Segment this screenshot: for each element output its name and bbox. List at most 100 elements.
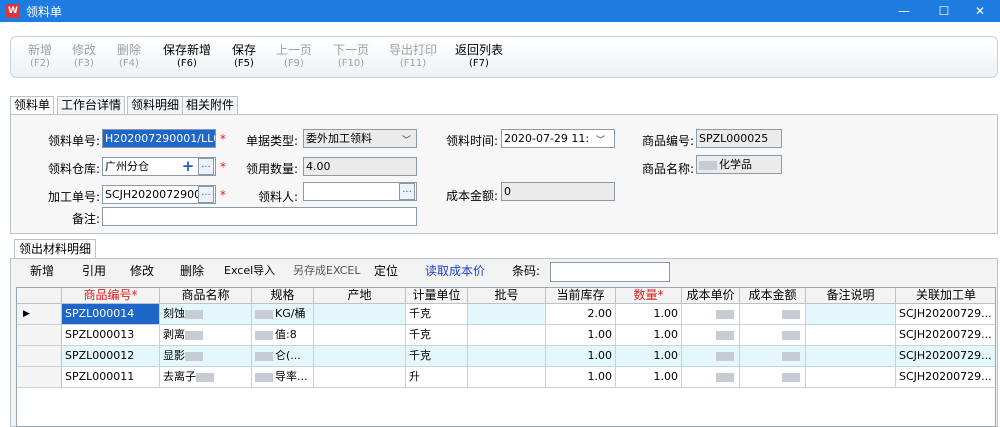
cell-batch[interactable] (468, 367, 546, 388)
cell-linked-order[interactable]: SCJH20200729... (896, 325, 995, 346)
cell-unit[interactable]: 千克 (406, 304, 468, 325)
locate-button[interactable]: 定位 (374, 262, 398, 279)
minimize-button[interactable]: — (884, 0, 924, 22)
cell-remark[interactable] (806, 325, 896, 346)
back-to-list-button[interactable]: 返回列表 (F7) (453, 43, 505, 71)
save-as-excel-button[interactable]: 另存成EXCEL (293, 262, 360, 278)
tab-workbench-detail[interactable]: 工作台详情 (57, 96, 126, 114)
cell-linked-order[interactable]: SCJH20200729... (896, 304, 995, 325)
cell-unit[interactable]: 千克 (406, 346, 468, 367)
save-new-button[interactable]: 保存新增 (F6) (161, 43, 213, 71)
cell-remark[interactable] (806, 346, 896, 367)
title-bar: W 领料单 — ☐ ✕ (0, 0, 1000, 22)
row-header[interactable]: ▶ (17, 304, 62, 325)
remark-field[interactable] (102, 207, 417, 226)
excel-import-button[interactable]: Excel导入 (224, 262, 275, 278)
cell-stock[interactable]: 1.00 (546, 367, 616, 388)
cell-batch[interactable] (468, 346, 546, 367)
doc-no-field[interactable]: H202007290001/LL001 (102, 129, 216, 148)
cell-unit-cost[interactable] (682, 325, 740, 346)
cell-qty[interactable]: 1.00 (616, 304, 682, 325)
cell-name[interactable]: 显影 (160, 346, 252, 367)
cell-unit[interactable]: 升 (406, 367, 468, 388)
cell-spec[interactable]: 值:8 (252, 325, 314, 346)
cell-name[interactable]: 去离子 (160, 367, 252, 388)
cell-qty[interactable]: 1.00 (616, 367, 682, 388)
cell-linked-order[interactable]: SCJH20200729... (896, 346, 995, 367)
cell-unit-cost[interactable] (682, 346, 740, 367)
cell-origin[interactable] (314, 346, 406, 367)
product-name-field: 化学品 (696, 155, 782, 174)
grid-reference-button[interactable]: 引用 (82, 262, 106, 279)
grid-add-button[interactable]: 新增 (30, 262, 54, 279)
cell-qty[interactable]: 1.00 (616, 325, 682, 346)
cell-code[interactable]: SPZL000011 (62, 367, 160, 388)
col-header-unit-cost[interactable]: 成本单价 (682, 288, 740, 304)
cell-spec[interactable]: KG/桶 (252, 304, 314, 325)
row-header[interactable] (17, 367, 62, 388)
tab-materials-out[interactable]: 领出材料明细 (14, 239, 97, 258)
cell-qty[interactable]: 1.00 (616, 346, 682, 367)
col-header-linked-order[interactable]: 关联加工单 (896, 288, 995, 304)
export-print-button[interactable]: 导出打印 (F11) (387, 43, 439, 71)
cell-stock[interactable]: 1.00 (546, 325, 616, 346)
tab-attachments[interactable]: 相关附件 (182, 96, 239, 114)
cell-name[interactable]: 刻蚀 (160, 304, 252, 325)
cell-cost-amount[interactable] (740, 367, 806, 388)
chevron-down-icon: ﹀ (402, 136, 412, 146)
cell-linked-order[interactable]: SCJH20200729... (896, 367, 995, 388)
cell-batch[interactable] (468, 325, 546, 346)
cell-origin[interactable] (314, 304, 406, 325)
add-warehouse-icon[interactable]: + (181, 158, 195, 175)
cell-batch[interactable] (468, 304, 546, 325)
col-header-qty[interactable]: 数量* (616, 288, 682, 304)
maximize-button[interactable]: ☐ (924, 0, 964, 22)
col-header-stock[interactable]: 当前库存 (546, 288, 616, 304)
grid-delete-button[interactable]: 删除 (180, 262, 204, 279)
col-header-origin[interactable]: 产地 (314, 288, 406, 304)
tab-requisition[interactable]: 领料单 (10, 96, 55, 115)
tab-requisition-detail[interactable]: 领料明细 (127, 96, 184, 114)
cell-cost-amount[interactable] (740, 325, 806, 346)
cell-remark[interactable] (806, 304, 896, 325)
edit-button[interactable]: 修改 (F3) (67, 43, 101, 71)
col-header-cost-amount[interactable]: 成本金额 (740, 288, 806, 304)
col-header-code[interactable]: 商品编号* (62, 288, 160, 304)
col-header-unit[interactable]: 计量单位 (406, 288, 468, 304)
cell-unit[interactable]: 千克 (406, 325, 468, 346)
delete-button[interactable]: 删除 (F4) (112, 43, 146, 71)
cell-unit-cost[interactable] (682, 304, 740, 325)
row-header[interactable] (17, 346, 62, 367)
cell-cost-amount[interactable] (740, 304, 806, 325)
save-button[interactable]: 保存 (F5) (227, 43, 261, 71)
col-header-batch[interactable]: 批号 (468, 288, 546, 304)
read-cost-price-link[interactable]: 读取成本价 (425, 262, 485, 279)
col-header-name[interactable]: 商品名称 (160, 288, 252, 304)
cell-origin[interactable] (314, 367, 406, 388)
doc-type-select[interactable]: 委外加工领料 (303, 129, 417, 148)
cell-code[interactable]: SPZL000012 (62, 346, 160, 367)
next-page-button[interactable]: 下一页 (F10) (331, 43, 371, 71)
cell-spec[interactable]: 仑(... (252, 346, 314, 367)
barcode-input[interactable] (550, 262, 670, 282)
row-header[interactable] (17, 325, 62, 346)
cell-stock[interactable]: 1.00 (546, 346, 616, 367)
warehouse-lookup-button[interactable]: ... (198, 158, 214, 175)
grid-edit-button[interactable]: 修改 (130, 262, 154, 279)
cell-origin[interactable] (314, 325, 406, 346)
col-header-spec[interactable]: 规格 (252, 288, 314, 304)
cell-spec[interactable]: 导率... (252, 367, 314, 388)
new-button[interactable]: 新增 (F2) (23, 43, 57, 71)
work-order-lookup-button[interactable]: ... (198, 186, 214, 203)
col-header-remark[interactable]: 备注说明 (806, 288, 896, 304)
cell-remark[interactable] (806, 367, 896, 388)
cell-cost-amount[interactable] (740, 346, 806, 367)
cell-code[interactable]: SPZL000014 (62, 304, 160, 325)
close-button[interactable]: ✕ (960, 0, 1000, 22)
prev-page-button[interactable]: 上一页 (F9) (274, 43, 314, 71)
cell-name[interactable]: 剥离 (160, 325, 252, 346)
cell-stock[interactable]: 2.00 (546, 304, 616, 325)
cell-code[interactable]: SPZL000013 (62, 325, 160, 346)
cell-unit-cost[interactable] (682, 367, 740, 388)
receiver-lookup-button[interactable]: ... (399, 183, 415, 200)
